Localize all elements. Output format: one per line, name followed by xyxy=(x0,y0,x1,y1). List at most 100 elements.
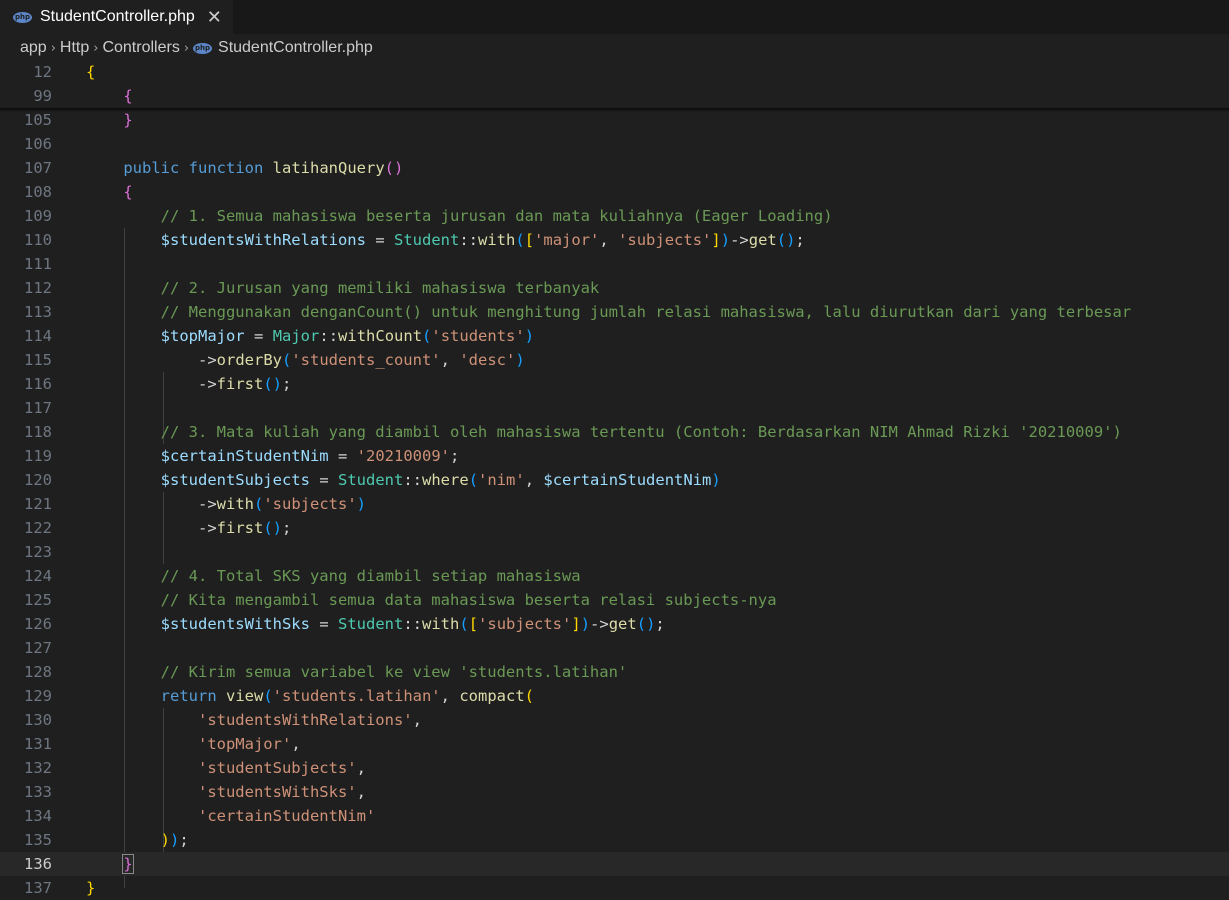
breadcrumb-item-file[interactable]: StudentController.php xyxy=(218,39,373,57)
line-number: 137 xyxy=(24,879,52,897)
code-text: { xyxy=(86,63,96,81)
code-line[interactable]: 127 xyxy=(0,636,1229,660)
code-line[interactable]: 135 )); xyxy=(0,828,1229,852)
code-editor[interactable]: 104return redirect()->route('students.in… xyxy=(0,60,1229,897)
code-line[interactable]: 111 xyxy=(0,252,1229,276)
code-text: $topMajor = Major::withCount('students') xyxy=(160,327,535,345)
tab-student-controller[interactable]: php StudentController.php ✕ xyxy=(0,0,233,34)
code-text: 'certainStudentNim' xyxy=(197,807,376,825)
line-number: 136 xyxy=(24,855,52,873)
code-text: 'studentSubjects', xyxy=(197,759,366,777)
line-number: 114 xyxy=(24,327,52,345)
line-number: 127 xyxy=(24,639,52,657)
line-number: 135 xyxy=(24,831,52,849)
breadcrumb-item-http[interactable]: Http xyxy=(60,39,89,57)
code-line[interactable]: 114 $topMajor = Major::withCount('studen… xyxy=(0,324,1229,348)
code-text: // Kita mengambil semua data mahasiswa b… xyxy=(160,591,777,609)
sticky-scroll-line[interactable]: 99 { xyxy=(0,84,1229,108)
breadcrumb-item-app[interactable]: app xyxy=(20,39,47,57)
code-line[interactable]: 120 $studentSubjects = Student::where('n… xyxy=(0,468,1229,492)
breadcrumb-item-controllers[interactable]: Controllers xyxy=(102,39,179,57)
code-text: } xyxy=(86,879,96,897)
code-text: // 4. Total SKS yang diambil setiap maha… xyxy=(160,567,581,585)
line-number: 121 xyxy=(24,495,52,513)
code-line[interactable]: 113 // Menggunakan denganCount() untuk m… xyxy=(0,300,1229,324)
code-text: // 2. Jurusan yang memiliki mahasiswa te… xyxy=(160,279,600,297)
code-line[interactable]: 134 'certainStudentNim' xyxy=(0,804,1229,828)
code-line[interactable]: 133 'studentsWithSks', xyxy=(0,780,1229,804)
line-number: 110 xyxy=(24,231,52,249)
line-number: 123 xyxy=(24,543,52,561)
code-text: ->orderBy('students_count', 'desc') xyxy=(197,351,525,369)
line-number: 111 xyxy=(24,255,52,273)
chevron-right-icon: › xyxy=(93,40,99,56)
sticky-scroll-shadow xyxy=(0,108,1229,112)
code-text: $studentsWithRelations = Student::with([… xyxy=(160,231,805,249)
code-text: )); xyxy=(160,831,189,849)
code-line[interactable]: 128 // Kirim semua variabel ke view 'stu… xyxy=(0,660,1229,684)
line-number: 126 xyxy=(24,615,52,633)
line-number: 119 xyxy=(24,447,52,465)
code-text: public function latihanQuery() xyxy=(123,159,404,177)
chevron-right-icon: › xyxy=(50,40,56,56)
line-number: 117 xyxy=(24,399,52,417)
code-line[interactable]: 123 xyxy=(0,540,1229,564)
line-number: 116 xyxy=(24,375,52,393)
line-number: 118 xyxy=(24,423,52,441)
line-number: 108 xyxy=(24,183,52,201)
code-text: { xyxy=(123,87,133,105)
close-icon[interactable]: ✕ xyxy=(207,7,222,28)
line-number: 130 xyxy=(24,711,52,729)
code-line[interactable]: 117 xyxy=(0,396,1229,420)
line-number: 134 xyxy=(24,807,52,825)
code-line[interactable]: 107 public function latihanQuery() xyxy=(0,156,1229,180)
code-line[interactable]: 130 'studentsWithRelations', xyxy=(0,708,1229,732)
line-number: 106 xyxy=(24,135,52,153)
code-text: 'topMajor', xyxy=(197,735,301,753)
code-line[interactable]: 116 ->first(); xyxy=(0,372,1229,396)
code-line[interactable]: 122 ->first(); xyxy=(0,516,1229,540)
code-line[interactable]: 108 { xyxy=(0,180,1229,204)
code-line[interactable]: 124 // 4. Total SKS yang diambil setiap … xyxy=(0,564,1229,588)
line-number: 120 xyxy=(24,471,52,489)
code-line[interactable]: 121 ->with('subjects') xyxy=(0,492,1229,516)
code-line[interactable]: 131 'topMajor', xyxy=(0,732,1229,756)
line-number: 128 xyxy=(24,663,52,681)
code-line[interactable]: 119 $certainStudentNim = '20210009'; xyxy=(0,444,1229,468)
code-text: $certainStudentNim = '20210009'; xyxy=(160,447,460,465)
code-line[interactable]: 106 xyxy=(0,132,1229,156)
code-line[interactable]: 137} xyxy=(0,876,1229,900)
code-text: $studentSubjects = Student::where('nim',… xyxy=(160,471,721,489)
code-line[interactable]: 125 // Kita mengambil semua data mahasis… xyxy=(0,588,1229,612)
line-number: 131 xyxy=(24,735,52,753)
code-line[interactable]: 129 return view('students.latihan', comp… xyxy=(0,684,1229,708)
code-line[interactable]: 126 $studentsWithSks = Student::with(['s… xyxy=(0,612,1229,636)
code-line[interactable]: 112 // 2. Jurusan yang memiliki mahasisw… xyxy=(0,276,1229,300)
line-number: 12 xyxy=(33,63,52,81)
tab-title: StudentController.php xyxy=(40,8,195,25)
line-number: 122 xyxy=(24,519,52,537)
line-number: 132 xyxy=(24,759,52,777)
code-line[interactable]: 132 'studentSubjects', xyxy=(0,756,1229,780)
code-line[interactable]: 109 // 1. Semua mahasiswa beserta jurusa… xyxy=(0,204,1229,228)
code-text: { xyxy=(123,183,133,201)
line-number: 107 xyxy=(24,159,52,177)
code-text: 'studentsWithSks', xyxy=(197,783,366,801)
chevron-right-icon: › xyxy=(183,40,190,56)
line-number: 115 xyxy=(24,351,52,369)
code-line[interactable]: 118 // 3. Mata kuliah yang diambil oleh … xyxy=(0,420,1229,444)
sticky-scroll-line[interactable]: 12 { xyxy=(0,60,1229,84)
line-number: 124 xyxy=(24,567,52,585)
php-file-icon: php xyxy=(193,42,213,54)
line-number: 129 xyxy=(24,687,52,705)
php-file-icon: php xyxy=(13,11,32,23)
line-number: 112 xyxy=(24,279,52,297)
line-number: 99 xyxy=(33,87,52,105)
line-number: 113 xyxy=(24,303,52,321)
line-number: 133 xyxy=(24,783,52,801)
code-line[interactable]: 115 ->orderBy('students_count', 'desc') xyxy=(0,348,1229,372)
code-line[interactable]: 110 $studentsWithRelations = Student::wi… xyxy=(0,228,1229,252)
code-line[interactable]: 136 } xyxy=(0,852,1229,876)
code-text: ->first(); xyxy=(197,375,292,393)
code-text: } xyxy=(122,854,134,874)
